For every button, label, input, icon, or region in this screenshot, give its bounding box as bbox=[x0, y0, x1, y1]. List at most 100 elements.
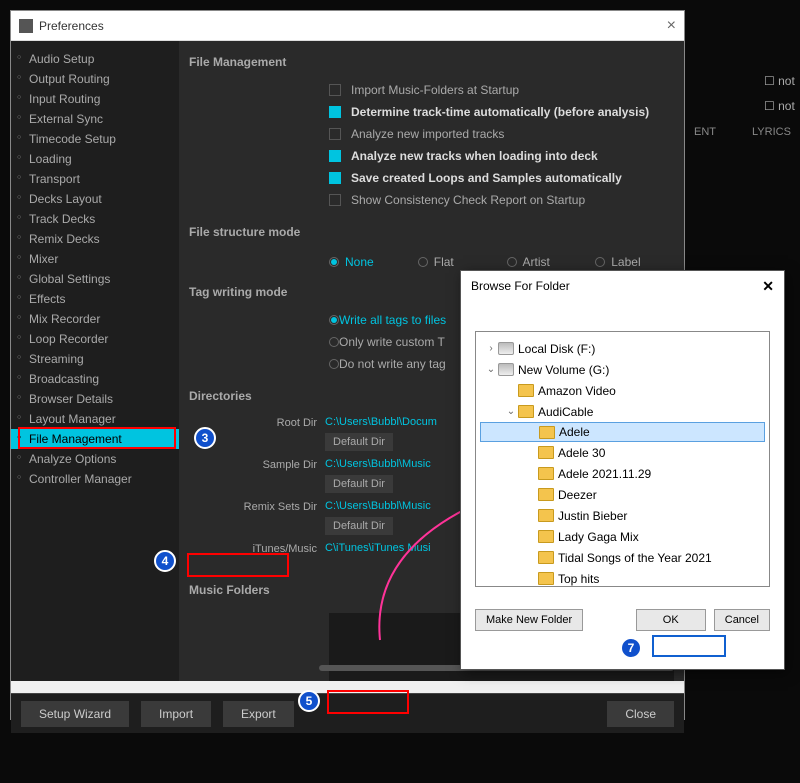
check-5[interactable]: Show Consistency Check Report on Startup bbox=[189, 189, 674, 211]
ok-button[interactable]: OK bbox=[636, 609, 706, 631]
radio-icon[interactable] bbox=[418, 257, 428, 267]
import-button[interactable]: Import bbox=[141, 701, 211, 727]
checkbox-icon[interactable] bbox=[329, 150, 341, 162]
tree-label: Local Disk (F:) bbox=[518, 342, 595, 356]
sidebar-item-loading[interactable]: Loading bbox=[11, 149, 179, 169]
setup-wizard-button[interactable]: Setup Wizard bbox=[21, 701, 129, 727]
tree-label: Adele 30 bbox=[558, 446, 605, 460]
file-structure-mode-heading: File structure mode bbox=[189, 225, 674, 239]
close-icon[interactable]: × bbox=[667, 17, 676, 35]
tree-item-new-volume-g-[interactable]: ⌄New Volume (G:) bbox=[480, 359, 765, 380]
fs-option-label[interactable]: Label bbox=[595, 255, 674, 269]
fs-option-flat[interactable]: Flat bbox=[418, 255, 497, 269]
bg-tab-ent[interactable]: ENT bbox=[694, 126, 716, 138]
checkbox-icon[interactable] bbox=[329, 106, 341, 118]
folder-icon bbox=[538, 467, 554, 480]
radio-icon[interactable] bbox=[329, 337, 339, 347]
browse-titlebar[interactable]: Browse For Folder ✕ bbox=[461, 271, 784, 301]
sidebar-item-broadcasting[interactable]: Broadcasting bbox=[11, 369, 179, 389]
preferences-sidebar: Audio SetupOutput RoutingInput RoutingEx… bbox=[11, 41, 179, 681]
sidebar-item-effects[interactable]: Effects bbox=[11, 289, 179, 309]
tree-item-top-hits[interactable]: Top hits bbox=[480, 568, 765, 587]
radio-icon[interactable] bbox=[329, 315, 339, 325]
expand-icon[interactable]: › bbox=[484, 343, 498, 354]
tree-item-justin-bieber[interactable]: Justin Bieber bbox=[480, 505, 765, 526]
sidebar-item-mix-recorder[interactable]: Mix Recorder bbox=[11, 309, 179, 329]
radio-icon[interactable] bbox=[595, 257, 605, 267]
check-label: Save created Loops and Samples automatic… bbox=[351, 171, 622, 185]
sidebar-item-streaming[interactable]: Streaming bbox=[11, 349, 179, 369]
tree-item-deezer[interactable]: Deezer bbox=[480, 484, 765, 505]
tree-item-audicable[interactable]: ⌄ AudiCable bbox=[480, 401, 765, 422]
folder-tree[interactable]: › Local Disk (F:) ⌄New Volume (G:)Amazon V… bbox=[475, 331, 770, 587]
folder-icon bbox=[538, 551, 554, 564]
fs-option-none[interactable]: None bbox=[329, 255, 408, 269]
sidebar-item-input-routing[interactable]: Input Routing bbox=[11, 89, 179, 109]
expand-icon[interactable]: ⌄ bbox=[504, 406, 518, 417]
sidebar-item-analyze-options[interactable]: Analyze Options bbox=[11, 449, 179, 469]
expand-icon[interactable]: ⌄ bbox=[484, 364, 498, 375]
tree-item-amazon-video[interactable]: Amazon Video bbox=[480, 380, 765, 401]
tree-label: Adele bbox=[559, 425, 590, 439]
sidebar-item-decks-layout[interactable]: Decks Layout bbox=[11, 189, 179, 209]
make-new-folder-button[interactable]: Make New Folder bbox=[475, 609, 583, 631]
tree-item-tidal-songs-of-the-year-2021[interactable]: Tidal Songs of the Year 2021 bbox=[480, 547, 765, 568]
check-label: Determine track-time automatically (befo… bbox=[351, 105, 649, 119]
sidebar-item-layout-manager[interactable]: Layout Manager bbox=[11, 409, 179, 429]
dir-label: Sample Dir bbox=[189, 455, 325, 471]
sidebar-item-track-decks[interactable]: Track Decks bbox=[11, 209, 179, 229]
tree-item-adele-30[interactable]: Adele 30 bbox=[480, 442, 765, 463]
check-label: Import Music-Folders at Startup bbox=[351, 83, 519, 97]
cancel-button[interactable]: Cancel bbox=[714, 609, 770, 631]
fs-option-artist[interactable]: Artist bbox=[507, 255, 586, 269]
sidebar-item-mixer[interactable]: Mixer bbox=[11, 249, 179, 269]
preferences-titlebar[interactable]: Preferences × bbox=[11, 11, 684, 41]
radio-icon[interactable] bbox=[329, 359, 339, 369]
sidebar-item-browser-details[interactable]: Browser Details bbox=[11, 389, 179, 409]
sidebar-item-loop-recorder[interactable]: Loop Recorder bbox=[11, 329, 179, 349]
checkbox-icon[interactable] bbox=[329, 172, 341, 184]
check-2[interactable]: Analyze new imported tracks bbox=[189, 123, 674, 145]
sidebar-item-file-management[interactable]: File Management bbox=[11, 429, 179, 449]
folder-icon bbox=[538, 488, 554, 501]
folder-icon bbox=[518, 405, 534, 418]
checkbox-icon[interactable] bbox=[329, 128, 341, 140]
tree-item-adele[interactable]: Adele bbox=[480, 422, 765, 442]
default-dir-button[interactable]: Default Dir bbox=[325, 433, 393, 451]
tree-label: AudiCable bbox=[538, 405, 593, 419]
export-button[interactable]: Export bbox=[223, 701, 294, 727]
tree-item-local-disk-f-[interactable]: › Local Disk (F:) bbox=[480, 338, 765, 359]
sidebar-item-remix-decks[interactable]: Remix Decks bbox=[11, 229, 179, 249]
bg-tab-lyrics[interactable]: LYRICS bbox=[752, 126, 791, 138]
checkbox-icon[interactable] bbox=[329, 194, 341, 206]
sidebar-item-external-sync[interactable]: External Sync bbox=[11, 109, 179, 129]
sidebar-item-global-settings[interactable]: Global Settings bbox=[11, 269, 179, 289]
check-0[interactable]: Import Music-Folders at Startup bbox=[189, 79, 674, 101]
sidebar-item-transport[interactable]: Transport bbox=[11, 169, 179, 189]
music-folders-heading: Music Folders bbox=[189, 583, 270, 597]
tree-item-adele-2021-11-29[interactable]: Adele 2021.11.29 bbox=[480, 463, 765, 484]
folder-icon bbox=[539, 426, 555, 439]
folder-icon bbox=[538, 530, 554, 543]
checkbox-icon[interactable] bbox=[329, 84, 341, 96]
tree-item-lady-gaga-mix[interactable]: Lady Gaga Mix bbox=[480, 526, 765, 547]
file-management-heading: File Management bbox=[189, 55, 674, 69]
sidebar-item-audio-setup[interactable]: Audio Setup bbox=[11, 49, 179, 69]
app-icon bbox=[19, 19, 33, 33]
close-button[interactable]: Close bbox=[607, 701, 674, 727]
sidebar-item-timecode-setup[interactable]: Timecode Setup bbox=[11, 129, 179, 149]
radio-icon[interactable] bbox=[507, 257, 517, 267]
badge-5: 5 bbox=[298, 690, 320, 712]
radio-label: Do not write any tag bbox=[339, 357, 446, 371]
check-4[interactable]: Save created Loops and Samples automatic… bbox=[189, 167, 674, 189]
radio-icon[interactable] bbox=[329, 257, 339, 267]
browse-close-icon[interactable]: ✕ bbox=[762, 278, 774, 295]
sidebar-item-controller-manager[interactable]: Controller Manager bbox=[11, 469, 179, 489]
dir-label: iTunes/Music bbox=[189, 539, 325, 555]
sidebar-item-output-routing[interactable]: Output Routing bbox=[11, 69, 179, 89]
default-dir-button[interactable]: Default Dir bbox=[325, 475, 393, 493]
browse-title: Browse For Folder bbox=[471, 279, 762, 293]
check-1[interactable]: Determine track-time automatically (befo… bbox=[189, 101, 674, 123]
default-dir-button[interactable]: Default Dir bbox=[325, 517, 393, 535]
check-3[interactable]: Analyze new tracks when loading into dec… bbox=[189, 145, 674, 167]
